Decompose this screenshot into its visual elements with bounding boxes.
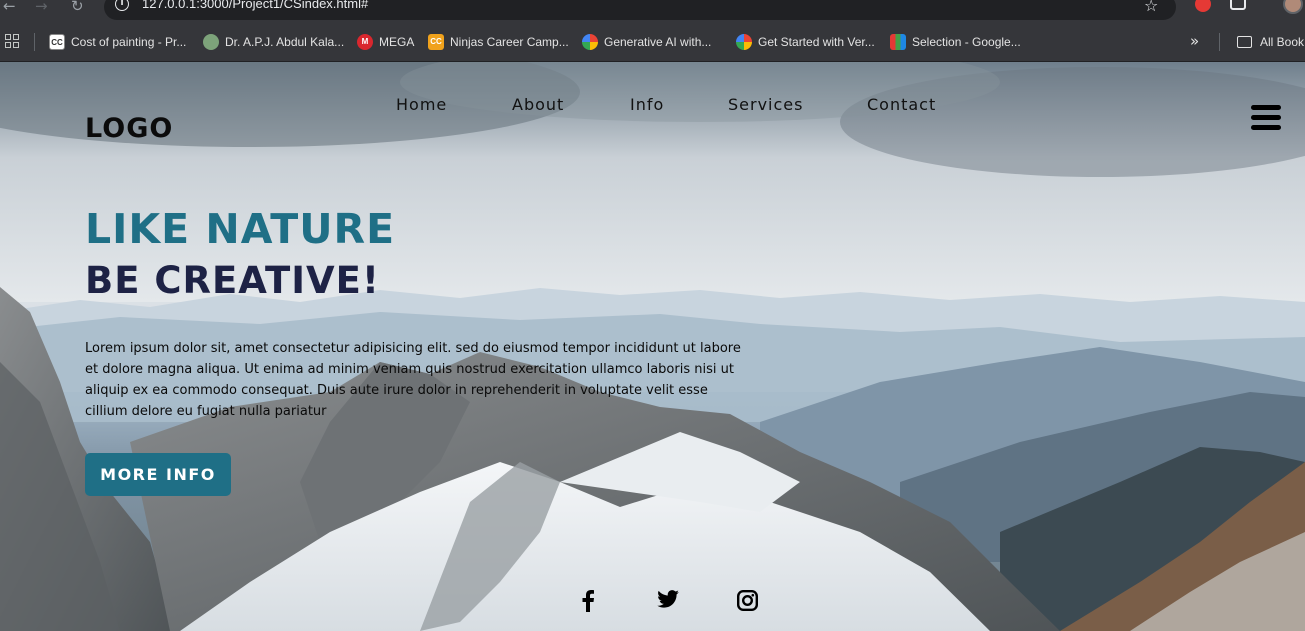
extension-icon[interactable] (1195, 0, 1211, 12)
forward-arrow-icon[interactable]: → (35, 0, 48, 14)
bookmark-item[interactable]: CC Ninjas Career Camp... (428, 33, 569, 51)
hamburger-menu-icon[interactable] (1251, 105, 1281, 131)
reload-icon[interactable]: ↻ (71, 0, 84, 14)
zoho-favicon-icon (890, 34, 906, 50)
bookmark-item[interactable]: M MEGA (357, 33, 414, 51)
all-bookmarks-folder[interactable]: All Book (1237, 33, 1304, 51)
hero-section: LOGO Home About Info Services Contact LI… (0, 62, 1305, 631)
site-logo[interactable]: LOGO (85, 113, 173, 144)
bookmarks-bar: CC Cost of painting - Pr... Dr. A.P.J. Ab… (0, 22, 1305, 62)
nav-about-link[interactable]: About (512, 95, 564, 114)
bookmark-item[interactable]: Selection - Google... (890, 33, 1021, 51)
bookmark-item[interactable]: CC Cost of painting - Pr... (49, 33, 186, 51)
hero-description: Lorem ipsum dolor sit, amet consectetur … (85, 341, 741, 419)
folder-icon (1237, 36, 1252, 48)
hero-headline-secondary: BE CREATIVE! (85, 259, 380, 302)
url-text[interactable]: 127.0.0.1:3000/Project1/CSindex.html# (142, 0, 368, 11)
profile-avatar[interactable] (1283, 0, 1303, 14)
google-cloud-favicon-icon (736, 34, 752, 50)
cc-favicon-icon: CC (49, 34, 65, 50)
facebook-icon[interactable] (580, 590, 596, 612)
nav-info-link[interactable]: Info (630, 95, 664, 114)
more-info-button[interactable]: MORE INFO (85, 453, 231, 496)
mega-favicon-icon: M (357, 34, 373, 50)
nav-contact-link[interactable]: Contact (867, 95, 936, 114)
twitter-icon[interactable] (657, 590, 679, 608)
extensions-puzzle-icon[interactable] (1230, 0, 1246, 10)
bookmark-item[interactable]: Generative AI with... (582, 33, 711, 51)
google-cloud-favicon-icon (582, 34, 598, 50)
bookmark-item[interactable]: Get Started with Ver... (736, 33, 875, 51)
nav-services-link[interactable]: Services (728, 95, 803, 114)
divider (1219, 33, 1220, 51)
apj-favicon-icon (203, 34, 219, 50)
more-bookmarks-chevron-icon[interactable]: » (1190, 32, 1199, 50)
divider (34, 33, 35, 51)
bookmark-item[interactable]: Dr. A.P.J. Abdul Kala... (203, 33, 344, 51)
apps-grid-icon[interactable] (5, 34, 19, 48)
instagram-icon[interactable] (737, 590, 758, 611)
back-arrow-icon[interactable]: ← (3, 0, 16, 14)
ninjas-favicon-icon: CC (428, 34, 444, 50)
hero-headline-primary: LIKE NATURE (85, 205, 396, 253)
nav-home-link[interactable]: Home (396, 95, 447, 114)
browser-toolbar: ← → ↻ i 127.0.0.1:3000/Project1/CSindex.… (0, 0, 1305, 22)
bookmark-star-icon[interactable]: ☆ (1144, 0, 1158, 15)
